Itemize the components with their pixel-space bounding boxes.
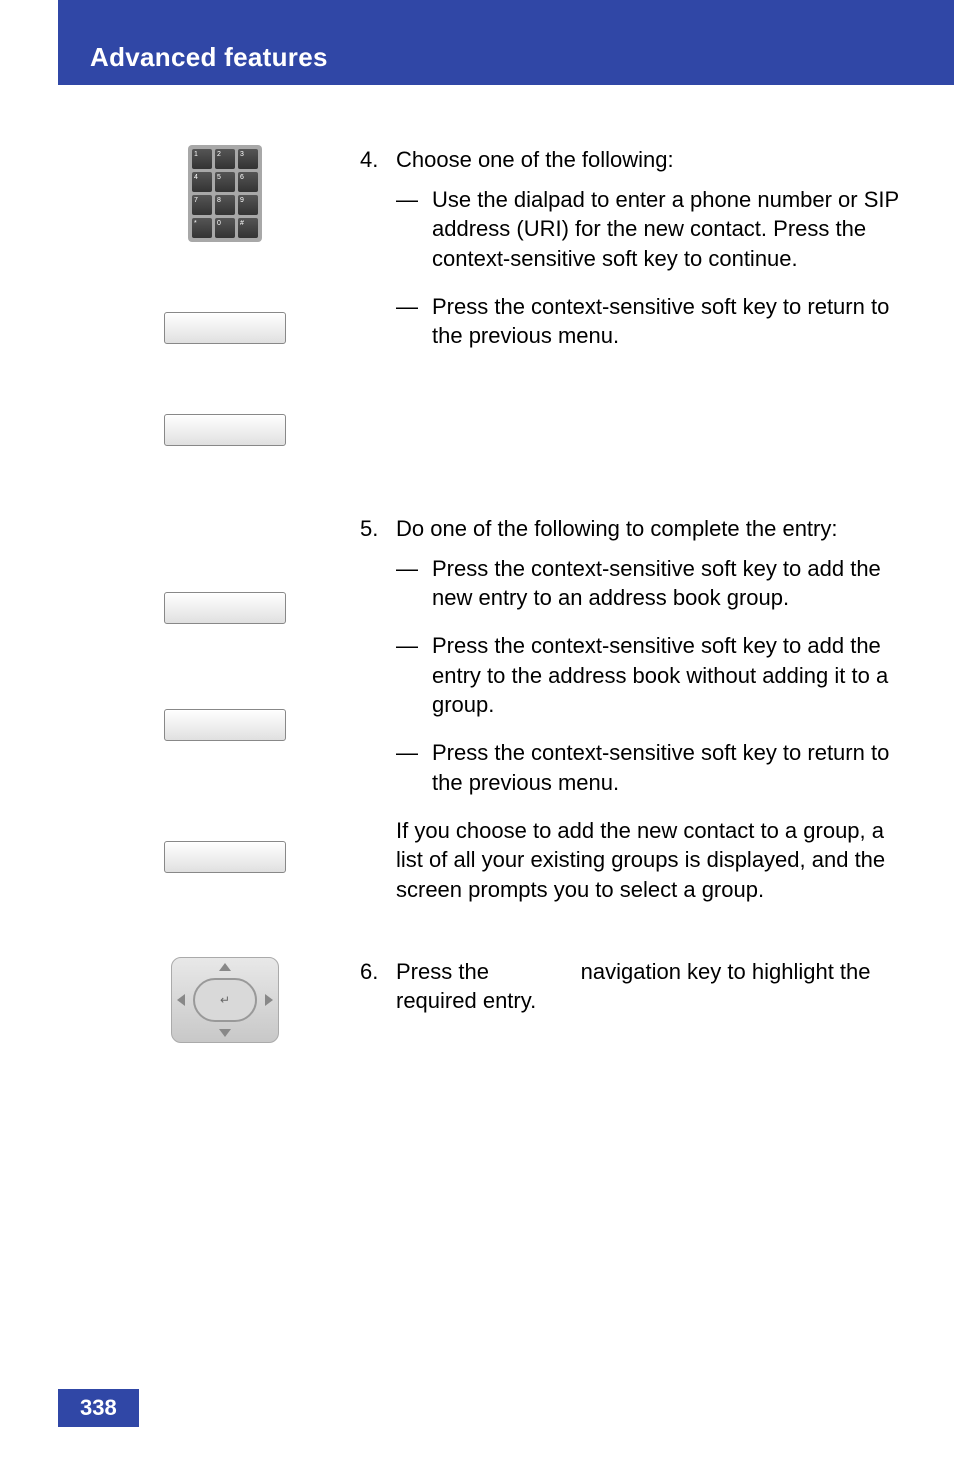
step-body: Do one of the following to complete the … — [396, 514, 904, 905]
dialpad-key: 8 — [215, 195, 235, 215]
list-item: — Press the context-sensitive soft key t… — [396, 631, 904, 720]
step-6-row: ↵ 6. Press the navigation key to highlig… — [90, 957, 904, 1043]
softkey-button[interactable] — [164, 312, 286, 344]
dialpad-key: 4 — [192, 172, 212, 192]
dialpad-key: 5 — [215, 172, 235, 192]
list-item: — Use the dialpad to enter a phone numbe… — [396, 185, 904, 274]
dialpad-key: # — [238, 218, 258, 238]
nav-key-icon: ↵ — [171, 957, 279, 1043]
list-text: Press the context-sensitive soft key to … — [432, 631, 904, 720]
softkey-button[interactable] — [164, 592, 286, 624]
list-text: Press the context-sensitive soft key to … — [432, 292, 904, 351]
dialpad-key: 0 — [215, 218, 235, 238]
step-body: Choose one of the following: — Use the d… — [396, 145, 904, 369]
dash: — — [396, 185, 432, 274]
dialpad-icon: 123 456 789 *0# — [188, 145, 262, 242]
step-5-text: 5. Do one of the following to complete t… — [360, 514, 904, 905]
header-top-band — [58, 0, 954, 30]
dialpad-key: * — [192, 218, 212, 238]
softkey-button[interactable] — [164, 841, 286, 873]
dialpad-key: 9 — [238, 195, 258, 215]
step-5-row: 5. Do one of the following to complete t… — [90, 514, 904, 905]
header-title: Advanced features — [90, 42, 328, 73]
list-item: — Press the context-sensitive soft key t… — [396, 738, 904, 797]
step-number: 5. — [360, 514, 396, 905]
step-lead: Do one of the following to complete the … — [396, 514, 904, 544]
step-tail: If you choose to add the new contact to … — [396, 816, 904, 905]
header-bar: Advanced features — [58, 30, 954, 85]
dialpad-key: 2 — [215, 149, 235, 169]
step-4-icons: 123 456 789 *0# — [90, 145, 360, 446]
step-text-part: Press the — [396, 959, 495, 984]
softkey-button[interactable] — [164, 414, 286, 446]
step-number: 6. — [360, 957, 396, 1016]
content-area: 123 456 789 *0# 4. Choose one of the follow… — [90, 145, 904, 1071]
dash: — — [396, 738, 432, 797]
dash: — — [396, 631, 432, 720]
list-item: — Press the context-sensitive soft key t… — [396, 292, 904, 351]
left-gutter — [0, 0, 58, 1475]
softkey-button[interactable] — [164, 709, 286, 741]
sub-list: — Press the context-sensitive soft key t… — [396, 554, 904, 798]
list-item: — Press the context-sensitive soft key t… — [396, 554, 904, 613]
dialpad-key: 6 — [238, 172, 258, 192]
step-4-text: 4. Choose one of the following: — Use th… — [360, 145, 904, 369]
dialpad-key: 7 — [192, 195, 212, 215]
list-text: Press the context-sensitive soft key to … — [432, 554, 904, 613]
step-6-icons: ↵ — [90, 957, 360, 1043]
dialpad-key: 1 — [192, 149, 212, 169]
step-body: Press the navigation key to highlight th… — [396, 957, 904, 1016]
step-5-icons — [90, 514, 360, 873]
step-6-text: 6. Press the navigation key to highlight… — [360, 957, 904, 1016]
page-number: 338 — [58, 1389, 139, 1427]
sub-list: — Use the dialpad to enter a phone numbe… — [396, 185, 904, 351]
dash: — — [396, 554, 432, 613]
step-4-row: 123 456 789 *0# 4. Choose one of the follow… — [90, 145, 904, 446]
step-number: 4. — [360, 145, 396, 369]
list-text: Use the dialpad to enter a phone number … — [432, 185, 904, 274]
list-text: Press the context-sensitive soft key to … — [432, 738, 904, 797]
step-lead: Choose one of the following: — [396, 145, 904, 175]
dialpad-key: 3 — [238, 149, 258, 169]
dash: — — [396, 292, 432, 351]
